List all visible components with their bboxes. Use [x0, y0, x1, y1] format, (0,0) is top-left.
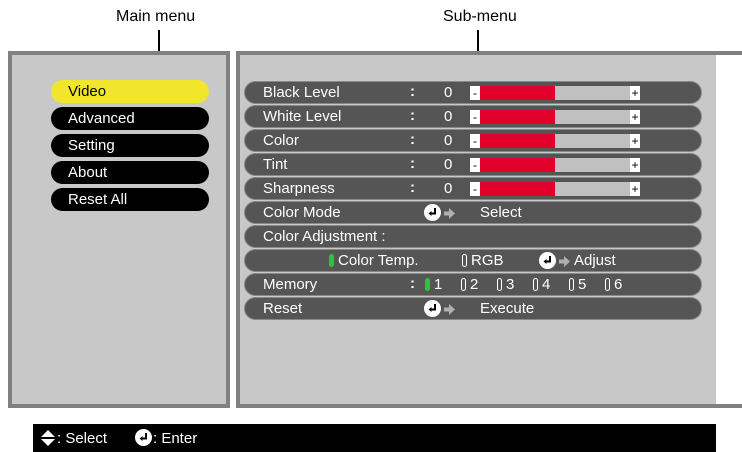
sub-menu-row-memory[interactable]: Memory : 1 2 3 4 5 6 — [244, 273, 702, 296]
main-menu-item-reset-all[interactable]: Reset All — [51, 188, 209, 211]
main-menu-item-setting[interactable]: Setting — [51, 134, 209, 157]
memory-slot-label: 4 — [542, 276, 551, 293]
radio-rgb[interactable] — [462, 254, 467, 267]
sub-menu-row-black-level[interactable]: Black Level : 0 - + — [244, 81, 702, 104]
arrow-right-icon — [444, 304, 455, 315]
sub-menu-callout: Sub-menu — [443, 8, 517, 25]
row-colon: : — [410, 179, 415, 196]
row-value: 0 — [444, 84, 453, 101]
row-label: Color Mode — [263, 204, 341, 221]
slider-fill — [470, 110, 555, 124]
sub-menu-row-white-level[interactable]: White Level : 0 - + — [244, 105, 702, 128]
footer-select-text: : Select — [57, 430, 108, 447]
arrow-right-icon — [559, 256, 570, 267]
menu-item-label: Video — [68, 83, 107, 100]
option-rgb-label: RGB — [471, 252, 504, 269]
slider-minus: - — [470, 182, 480, 196]
sub-menu-row-sharpness[interactable]: Sharpness : 0 - + — [244, 177, 702, 200]
row-colon: : — [410, 107, 415, 124]
row-label: Black Level — [263, 84, 340, 101]
main-menu-panel — [8, 51, 230, 408]
memory-slot-label: 2 — [470, 276, 479, 293]
radio-memory-6[interactable] — [605, 278, 610, 291]
memory-slot-label: 1 — [434, 276, 443, 293]
sub-menu-row-tint[interactable]: Tint : 0 - + — [244, 153, 702, 176]
menu-item-label: Reset All — [68, 191, 128, 208]
row-label: Sharpness — [263, 180, 335, 197]
memory-slot-label: 6 — [614, 276, 623, 293]
arrow-right-icon — [444, 208, 455, 219]
sub-menu-row-color-adjust-options[interactable]: Color Temp. RGB Adjust — [244, 249, 702, 272]
slider-fill — [470, 86, 555, 100]
slider-fill — [470, 182, 555, 196]
row-value: 0 — [444, 132, 453, 149]
main-menu-item-video[interactable]: Video — [51, 80, 209, 103]
up-down-arrow-icon — [41, 430, 55, 446]
memory-slot-label: 3 — [506, 276, 515, 293]
menu-item-label: About — [68, 164, 108, 181]
enter-icon — [539, 252, 556, 269]
menu-item-label: Advanced — [68, 110, 135, 127]
slider-plus: + — [630, 182, 640, 196]
radio-color-temp[interactable] — [329, 254, 334, 267]
enter-icon — [135, 429, 152, 446]
level-slider[interactable]: - + — [470, 158, 640, 172]
slider-plus: + — [630, 86, 640, 100]
row-label: Reset — [263, 300, 303, 317]
radio-memory-1[interactable] — [425, 278, 430, 291]
main-menu-callout: Main menu — [116, 8, 196, 25]
level-slider[interactable]: - + — [470, 134, 640, 148]
row-value: 0 — [444, 180, 453, 197]
sub-menu-row-color-mode[interactable]: Color Mode Select — [244, 201, 702, 224]
sub-menu-leader — [477, 30, 479, 51]
row-label: Tint — [263, 156, 288, 173]
slider-minus: - — [470, 110, 480, 124]
slider-plus: + — [630, 110, 640, 124]
option-color-temp-label: Color Temp. — [338, 252, 419, 269]
sub-menu-border-top — [716, 51, 742, 55]
row-value: 0 — [444, 156, 453, 173]
color-mode-action: Select — [480, 204, 522, 221]
footer-bar: : Select : Enter — [33, 424, 716, 452]
radio-memory-3[interactable] — [497, 278, 502, 291]
enter-icon — [424, 204, 441, 221]
row-colon: : — [410, 275, 415, 292]
sub-menu-row-color-adjustment[interactable]: Color Adjustment : — [244, 225, 702, 248]
level-slider[interactable]: - + — [470, 182, 640, 196]
footer-enter-text: : Enter — [153, 430, 198, 447]
level-slider[interactable]: - + — [470, 110, 640, 124]
slider-fill — [470, 158, 555, 172]
radio-memory-2[interactable] — [461, 278, 466, 291]
sub-menu-border-bottom — [716, 404, 742, 408]
main-menu-leader — [158, 30, 160, 51]
slider-minus: - — [470, 86, 480, 100]
row-colon: : — [410, 83, 415, 100]
adjust-action: Adjust — [574, 252, 616, 269]
enter-icon — [424, 300, 441, 317]
slider-minus: - — [470, 134, 480, 148]
radio-memory-5[interactable] — [569, 278, 574, 291]
row-label: White Level — [263, 108, 342, 125]
slider-fill — [470, 134, 555, 148]
main-menu-item-advanced[interactable]: Advanced — [51, 107, 209, 130]
level-slider[interactable]: - + — [470, 86, 640, 100]
reset-action: Execute — [480, 300, 535, 317]
row-label: Memory — [263, 276, 318, 293]
sub-menu-row-reset[interactable]: Reset Execute — [244, 297, 702, 320]
row-label: Color — [263, 132, 299, 149]
slider-plus: + — [630, 134, 640, 148]
memory-slot-label: 5 — [578, 276, 587, 293]
radio-memory-4[interactable] — [533, 278, 538, 291]
slider-plus: + — [630, 158, 640, 172]
row-colon: : — [410, 131, 415, 148]
sub-menu-row-color[interactable]: Color : 0 - + — [244, 129, 702, 152]
row-label: Color Adjustment : — [263, 228, 386, 245]
menu-item-label: Setting — [68, 137, 115, 154]
row-colon: : — [410, 155, 415, 172]
main-menu-item-about[interactable]: About — [51, 161, 209, 184]
slider-minus: - — [470, 158, 480, 172]
row-value: 0 — [444, 108, 453, 125]
